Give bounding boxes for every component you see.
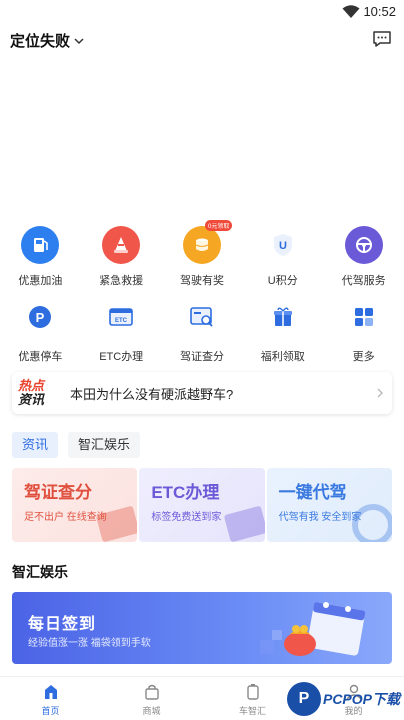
car-device-icon bbox=[246, 684, 259, 700]
grid-item-license-points[interactable]: 驾证查分 bbox=[167, 298, 237, 364]
hot-news-logo: 热点 资讯 bbox=[18, 379, 58, 407]
grid-item-label: U积分 bbox=[267, 275, 298, 287]
tabbar-label: 商城 bbox=[142, 706, 161, 716]
hot-logo-line1: 热点 bbox=[18, 378, 45, 393]
grid-item-designated-driver[interactable]: 代驾服务 bbox=[329, 226, 399, 288]
location-selector[interactable]: 定位失败 bbox=[10, 30, 84, 51]
svg-text:ETC: ETC bbox=[115, 318, 128, 324]
gift-icon bbox=[264, 298, 302, 336]
grid-item-label: 紧急救援 bbox=[99, 275, 144, 287]
grid-item-rescue[interactable]: 紧急救援 bbox=[86, 226, 156, 288]
tabbar-label: 车智汇 bbox=[238, 706, 266, 716]
watermark-logo: P bbox=[286, 682, 321, 716]
pcpop-watermark: P PCPOP下载 bbox=[286, 682, 400, 716]
grid-item-label: 更多 bbox=[352, 351, 375, 363]
message-icon[interactable] bbox=[372, 30, 392, 48]
chevron-right-icon bbox=[377, 388, 383, 398]
tabbar-car-hub[interactable]: 车智汇 bbox=[223, 677, 283, 720]
card-license-points[interactable]: 驾证查分 足不出户 在线查询 bbox=[12, 468, 138, 542]
parking-icon: P bbox=[21, 298, 59, 336]
hot-news-headline[interactable]: 本田为什么没有硬派越野车? bbox=[70, 384, 376, 403]
etc-card-icon bbox=[224, 506, 265, 542]
wifi-icon bbox=[342, 5, 360, 18]
grid-item-label: 优惠停车 bbox=[18, 351, 63, 363]
u-shield-icon: U bbox=[264, 226, 302, 264]
grid-item-more[interactable]: 更多 bbox=[329, 298, 399, 364]
steering-wheel-icon bbox=[344, 226, 383, 264]
grid-item-fuel[interactable]: 优惠加油 bbox=[5, 226, 75, 288]
grid-item-parking[interactable]: P 优惠停车 bbox=[5, 298, 75, 364]
service-grid-row2: P 优惠停车 ETC ETC办理 驾证查分 福利领取 更多 bbox=[0, 298, 404, 364]
tabbar-label: 首页 bbox=[41, 706, 60, 716]
grid-item-label: 优惠加油 bbox=[18, 275, 63, 287]
content-tabs: 资讯 智汇娱乐 bbox=[12, 432, 141, 458]
service-cards: 驾证查分 足不出户 在线查询 ETC办理 标签免费送到家 一键代驾 代驾有我 安… bbox=[12, 468, 392, 542]
status-bar: 10:52 bbox=[0, 0, 404, 24]
card-designated-driver[interactable]: 一键代驾 代驾有我 安全到家 bbox=[266, 468, 392, 542]
grid-item-label: 驾证查分 bbox=[179, 351, 224, 363]
status-time: 10:52 bbox=[363, 4, 396, 19]
card-etc[interactable]: ETC办理 标签免费送到家 bbox=[139, 468, 265, 542]
banner-area bbox=[0, 58, 404, 218]
tab-entertainment[interactable]: 智汇娱乐 bbox=[68, 432, 141, 458]
home-icon bbox=[44, 685, 57, 699]
svg-text:U: U bbox=[279, 240, 287, 252]
section-title: 智汇娱乐 bbox=[12, 564, 68, 580]
fuel-icon bbox=[21, 226, 60, 264]
signin-subtitle: 经验值涨一涨 福袋领到手软 bbox=[28, 638, 151, 649]
grid-item-driving-reward[interactable]: 0元领取 驾驶有奖 bbox=[167, 220, 237, 288]
tabbar-mall[interactable]: 商城 bbox=[122, 677, 182, 720]
calendar-gift-icon bbox=[260, 602, 366, 656]
signin-title: 每日签到 bbox=[28, 616, 97, 633]
daily-signin-banner[interactable]: 每日签到 经验值涨一涨 福袋领到手软 bbox=[12, 592, 392, 664]
service-grid-row1: 优惠加油 紧急救援 0元领取 驾驶有奖 U U积分 代驾服务 bbox=[0, 220, 404, 288]
grid-item-label: 福利领取 bbox=[260, 351, 305, 363]
shopping-bag-icon bbox=[144, 684, 159, 700]
etc-card-icon: ETC bbox=[102, 298, 140, 336]
tabbar-home[interactable]: 首页 bbox=[21, 677, 81, 720]
hot-news-bar[interactable]: 热点 资讯 本田为什么没有硬派越野车? bbox=[12, 372, 392, 414]
top-header: 定位失败 bbox=[0, 26, 404, 54]
location-label: 定位失败 bbox=[10, 33, 71, 50]
steering-wheel-icon bbox=[351, 504, 392, 542]
coin-stack-icon bbox=[182, 226, 221, 264]
grid-item-label: ETC办理 bbox=[99, 351, 144, 363]
grid-item-label: 代驾服务 bbox=[341, 275, 386, 287]
grid-item-badge: 0元领取 bbox=[204, 220, 233, 231]
grid-item-welfare[interactable]: 福利领取 bbox=[248, 298, 318, 364]
hot-logo-line2: 资讯 bbox=[18, 392, 45, 407]
watermark-text: PCPOP下载 bbox=[322, 691, 400, 707]
rescue-cone-icon bbox=[102, 226, 141, 264]
license-search-icon bbox=[183, 298, 221, 336]
svg-text:P: P bbox=[36, 310, 45, 325]
grid-item-u-points[interactable]: U U积分 bbox=[248, 226, 318, 288]
tab-news[interactable]: 资讯 bbox=[12, 432, 59, 458]
grid-item-label: 驾驶有奖 bbox=[179, 275, 224, 287]
license-card-icon bbox=[96, 506, 138, 542]
chevron-down-icon bbox=[74, 37, 84, 44]
grid-item-etc[interactable]: ETC ETC办理 bbox=[86, 298, 156, 364]
grid-more-icon bbox=[345, 298, 383, 336]
